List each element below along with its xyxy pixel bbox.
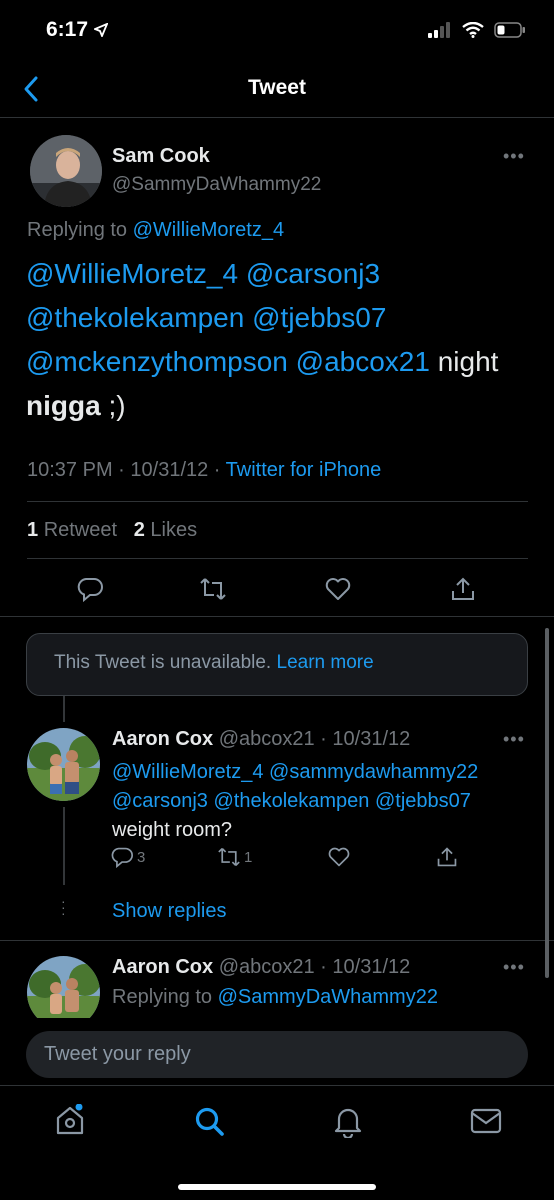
page-title: Tweet [248, 76, 306, 99]
author-name[interactable]: Aaron Cox [112, 728, 213, 750]
mention-link[interactable]: @abcox21 [296, 346, 430, 377]
author-name[interactable]: Aaron Cox [112, 956, 213, 978]
status-indicators [428, 22, 526, 38]
mention-link[interactable]: @carsonj3 [246, 258, 380, 289]
tweet-date: 10/31/12 [130, 459, 209, 481]
reply-icon [111, 847, 133, 868]
tweet-text-tail: night [429, 346, 499, 377]
retweet-stat[interactable]: 1 Retweet [27, 519, 117, 541]
battery-icon [494, 22, 525, 38]
author-handle[interactable]: @SammyDaWhammy22 [112, 174, 321, 196]
mention-link[interactable]: @carsonj3 [112, 790, 208, 812]
author-handle[interactable]: @abcox21 [219, 728, 315, 750]
unavailable-text: This Tweet is unavailable. [54, 652, 272, 673]
divider [0, 940, 554, 941]
reply-icon[interactable] [77, 576, 103, 602]
thread-line [63, 696, 65, 722]
avatar-photo [27, 728, 100, 801]
reply-date: · 10/31/12 [314, 956, 411, 978]
reply-input[interactable]: Tweet your reply [26, 1031, 528, 1078]
divider [0, 616, 554, 617]
tweet-source[interactable]: Twitter for iPhone [226, 459, 382, 481]
reply-date-value: 10/31/12 [332, 956, 411, 978]
reply-header: Aaron Cox @abcox21 · 10/31/12 [112, 728, 410, 751]
scrollbar[interactable] [545, 628, 549, 978]
retweet-count: 1 [27, 519, 39, 541]
replying-to: Replying to @WillieMoretz_4 [27, 219, 284, 242]
tweet-text: @WillieMoretz_4 @carsonj3 @thekolekampen… [26, 252, 531, 428]
mention-link[interactable]: @WillieMoretz_4 [112, 761, 263, 783]
thread-line [63, 807, 65, 885]
more-options-icon[interactable]: ••• [503, 146, 525, 167]
thread-dots-icon: · · · [61, 893, 66, 921]
tweet-time: 10:37 PM [27, 459, 113, 481]
mention-link[interactable]: @thekolekampen [213, 790, 369, 812]
retweet-action[interactable]: 1 [218, 846, 252, 868]
mention-link[interactable]: @WillieMoretz_4 [26, 258, 238, 289]
like-icon[interactable] [328, 846, 350, 868]
reply-text: @WillieMoretz_4 @sammydawhammy22 @carson… [112, 758, 532, 845]
avatar[interactable] [30, 135, 102, 207]
like-count: 2 [133, 519, 145, 541]
retweet-label: Retweet [43, 519, 118, 541]
more-options-icon[interactable]: ••• [503, 957, 525, 978]
show-replies-link[interactable]: Show replies [112, 900, 227, 923]
mention-link[interactable]: @tjebbs07 [375, 790, 471, 812]
reply-action[interactable]: 3 [111, 846, 145, 868]
unavailable-tweet-notice: This Tweet is unavailable. Learn more [26, 633, 528, 696]
home-indicator [178, 1184, 376, 1190]
avatar-photo [30, 135, 102, 207]
top-bar: Tweet [0, 60, 554, 118]
reply-body: weight room? [112, 819, 233, 841]
likes-label: Likes [150, 519, 198, 541]
likes-stat[interactable]: 2 Likes [134, 519, 197, 541]
location-arrow-icon [94, 23, 108, 37]
replying-to-prefix: Replying to [27, 219, 133, 241]
signal-icon [428, 22, 450, 38]
search-icon[interactable] [194, 1106, 226, 1138]
share-icon[interactable] [436, 846, 458, 868]
tweet-text-end: ;) [100, 390, 126, 421]
reply-date-value: 10/31/12 [332, 728, 411, 750]
mention-link[interactable]: @tjebbs07 [252, 302, 386, 333]
replying-to-prefix: Replying to [112, 986, 218, 1008]
like-icon[interactable] [325, 576, 351, 602]
mention-link[interactable]: @thekolekampen [26, 302, 244, 333]
bottom-nav [0, 1085, 554, 1200]
divider [27, 501, 528, 502]
messages-icon[interactable] [470, 1108, 502, 1134]
tweet-timestamp: 10:37 PM · 10/31/12 · Twitter for iPhone [27, 459, 382, 481]
author-name[interactable]: Sam Cook [112, 145, 210, 168]
mention-link[interactable]: @mckenzythompson [26, 346, 288, 377]
home-icon[interactable] [54, 1104, 86, 1136]
share-icon[interactable] [450, 576, 476, 602]
more-options-icon[interactable]: ••• [503, 729, 525, 750]
retweet-icon [218, 847, 240, 867]
status-time: 6:17 [46, 18, 89, 41]
notifications-icon[interactable] [333, 1106, 363, 1138]
replying-to-link[interactable]: @SammyDaWhammy22 [218, 986, 438, 1008]
avatar[interactable] [27, 728, 100, 801]
engagement-stats: 1 Retweet 2 Likes [27, 519, 197, 542]
reply-date: · 10/31/12 [314, 728, 411, 750]
mention-link[interactable]: @sammydawhammy22 [269, 761, 478, 783]
replying-to-link[interactable]: @WillieMoretz_4 [133, 219, 284, 241]
retweet-icon[interactable] [200, 576, 226, 602]
reply-count: 3 [137, 848, 146, 866]
divider [27, 558, 528, 559]
reply-header: Aaron Cox @abcox21 · 10/31/12 [112, 956, 410, 979]
replying-to: Replying to @SammyDaWhammy22 [112, 986, 438, 1009]
learn-more-link[interactable]: Learn more [277, 652, 374, 673]
wifi-icon [462, 22, 484, 38]
tweet-text-bold: nigga [26, 390, 101, 421]
author-handle[interactable]: @abcox21 [219, 956, 315, 978]
retweet-count: 1 [244, 848, 253, 866]
